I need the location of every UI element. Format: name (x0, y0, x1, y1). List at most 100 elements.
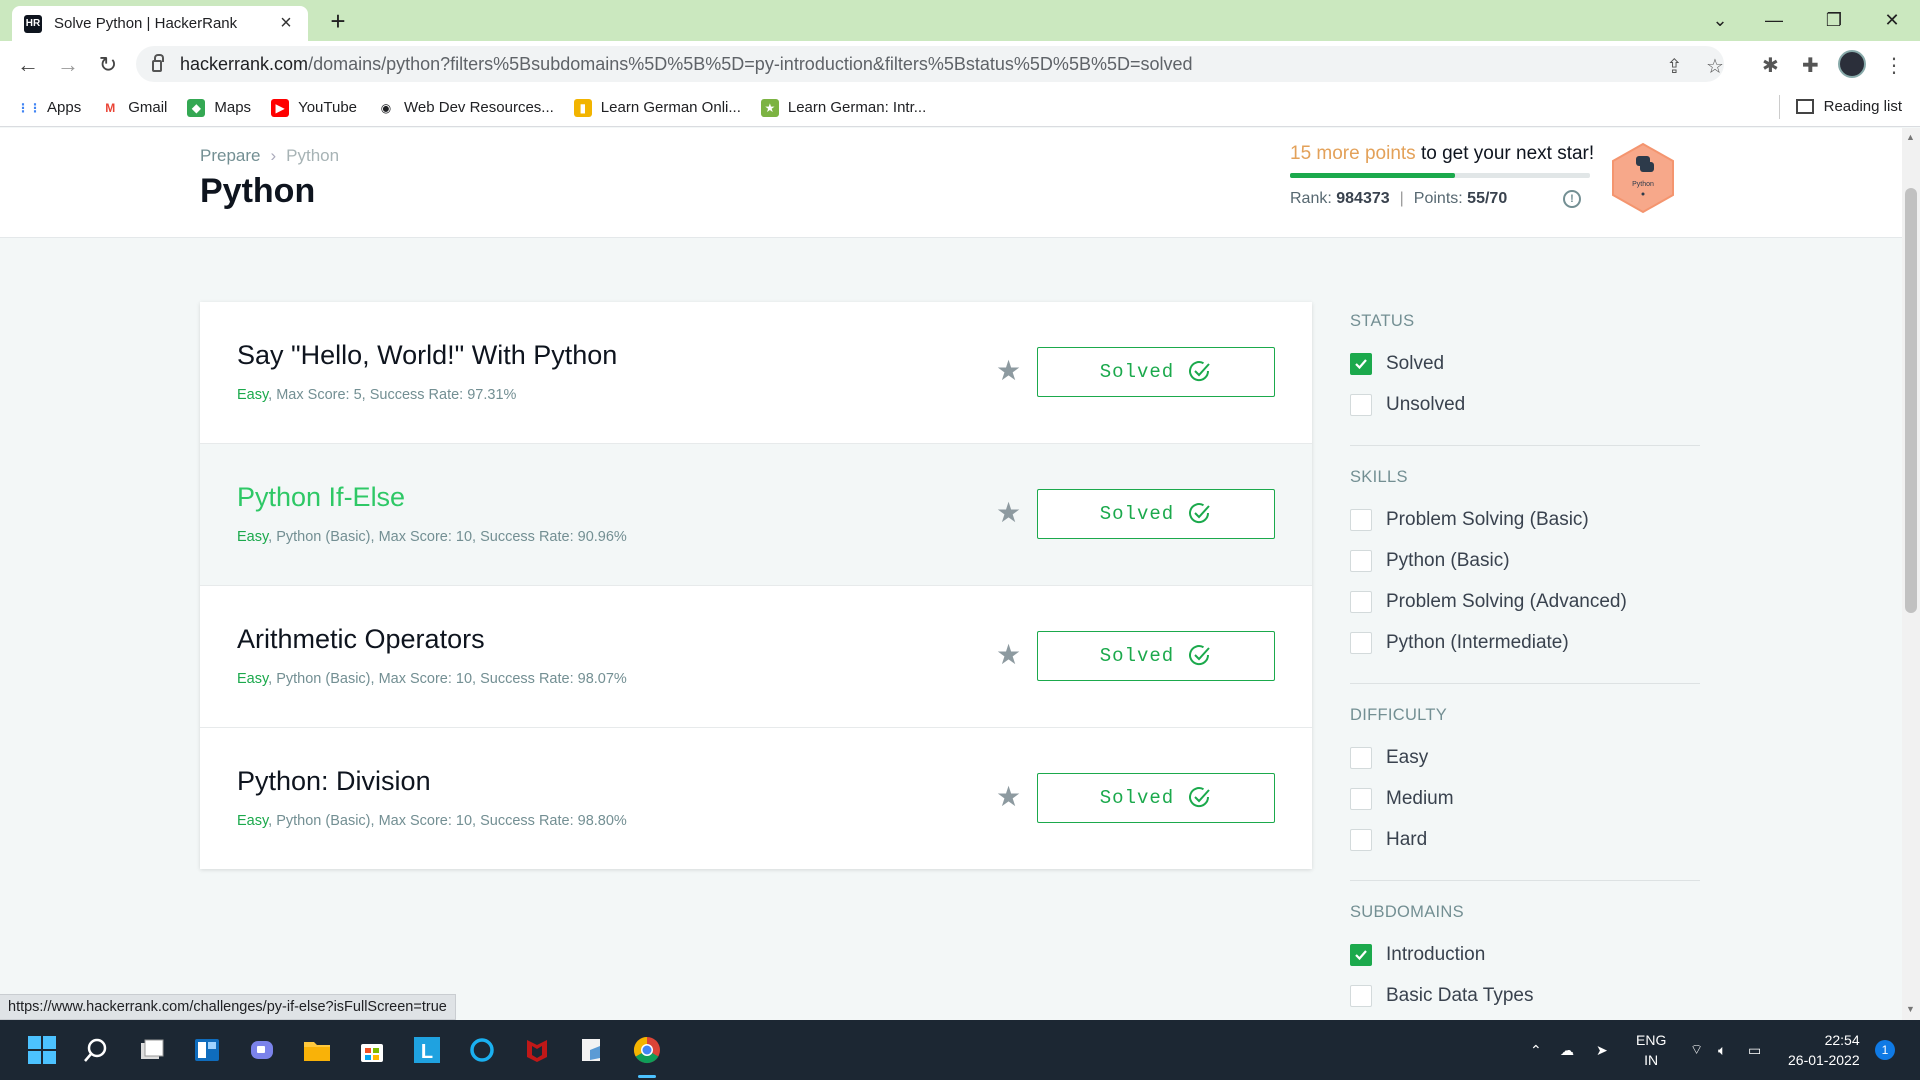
close-tab-icon[interactable]: × (276, 12, 296, 35)
info-icon[interactable]: ! (1563, 190, 1581, 208)
bookmark-star-icon[interactable]: ★ (996, 496, 1021, 529)
l-app-icon[interactable]: L (409, 1032, 445, 1068)
profile-avatar[interactable] (1838, 50, 1866, 78)
python-badge-icon[interactable]: Python (1610, 142, 1676, 214)
solved-button[interactable]: Solved (1037, 773, 1275, 823)
volume-icon[interactable]: 🔈︎ (1718, 1020, 1726, 1080)
address-bar[interactable]: hackerrank.com/domains/python?filters%5B… (136, 46, 1724, 82)
checkbox[interactable] (1350, 787, 1372, 810)
filter-problem-solving-basic[interactable]: Problem Solving (Basic) (1350, 499, 1700, 540)
language-indicator[interactable]: ENG IN (1636, 1030, 1666, 1070)
forward-button[interactable]: → (54, 51, 82, 79)
filter-hard[interactable]: Hard (1350, 819, 1700, 860)
checkbox[interactable] (1350, 984, 1372, 1007)
checkbox[interactable] (1350, 746, 1372, 769)
solved-button[interactable]: Solved (1037, 489, 1275, 539)
location-arrow-icon[interactable]: ➤ (1596, 1020, 1608, 1080)
notification-count-badge[interactable]: 1 (1875, 1040, 1895, 1060)
checkbox[interactable] (1350, 943, 1372, 966)
share-icon[interactable]: ⇪ (1666, 54, 1683, 79)
bookmark-item[interactable]: M Gmail (101, 99, 167, 117)
bookmark-star-icon[interactable]: ★ (996, 354, 1021, 387)
browser-tab[interactable]: HR Solve Python | HackerRank × (12, 6, 308, 41)
challenge-row[interactable]: Arithmetic Operators Easy, Python (Basic)… (200, 586, 1312, 728)
bookmark-item[interactable]: ◉ Web Dev Resources... (377, 99, 554, 117)
breadcrumb-prepare-link[interactable]: Prepare (200, 146, 260, 165)
clock-time: 22:54 (1824, 1032, 1860, 1048)
filter-introduction[interactable]: Introduction (1350, 934, 1700, 975)
bookmark-item[interactable]: ⋮⋮ Apps (17, 99, 81, 117)
challenge-title-link[interactable]: Python: Division (237, 766, 431, 797)
filter-unsolved[interactable]: Unsolved (1350, 384, 1700, 425)
filter-label: Solved (1386, 352, 1445, 374)
challenge-title-link[interactable]: Say "Hello, World!" With Python (237, 340, 617, 371)
extensions-puzzle-icon[interactable]: ✚ (1802, 53, 1819, 78)
restore-button[interactable]: ❐ (1806, 0, 1862, 41)
filter-solved[interactable]: Solved (1350, 343, 1700, 384)
checkbox[interactable] (1350, 590, 1372, 613)
solved-button[interactable]: Solved (1037, 347, 1275, 397)
checkbox[interactable] (1350, 393, 1372, 416)
bookmark-star-icon[interactable]: ★ (996, 638, 1021, 671)
widgets-icon[interactable] (189, 1032, 225, 1068)
show-hidden-icons-icon[interactable]: ⌃ (1530, 1020, 1542, 1080)
lock-icon[interactable] (152, 54, 164, 72)
challenge-row[interactable]: Say "Hello, World!" With Python Easy, Max… (200, 302, 1312, 444)
filter-problem-solving-advanced[interactable]: Problem Solving (Advanced) (1350, 581, 1700, 622)
difficulty-label: Easy (237, 387, 269, 403)
close-window-button[interactable]: ✕ (1864, 0, 1920, 41)
checkbox[interactable] (1350, 508, 1372, 531)
file-explorer-icon[interactable] (299, 1032, 335, 1068)
bookmark-item[interactable]: ★ Learn German: Intr... (760, 98, 926, 117)
new-tab-button[interactable]: + (324, 6, 352, 37)
task-view-icon[interactable] (134, 1032, 170, 1068)
extension-bug-icon[interactable]: ✱ (1762, 53, 1779, 78)
tab-search-chevron-icon[interactable]: ⌄ (1692, 0, 1748, 41)
bookmarks-bar: ⋮⋮ Apps M Gmail ◆ Maps ▶ YouTube ◉ Web Dev Resour… (0, 89, 1920, 127)
filter-easy[interactable]: Easy (1350, 737, 1700, 778)
solved-button[interactable]: Solved (1037, 631, 1275, 681)
sticky-file-icon[interactable] (574, 1032, 610, 1068)
search-icon[interactable] (78, 1032, 114, 1068)
filter-label: Python (Intermediate) (1386, 631, 1569, 653)
filter-basic-data-types[interactable]: Basic Data Types (1350, 975, 1700, 1016)
minimize-button[interactable]: — (1746, 0, 1802, 41)
checkbox[interactable] (1350, 549, 1372, 572)
page-scrollbar[interactable]: ▲ ▼ (1902, 128, 1920, 1020)
bookmark-item[interactable]: ◆ Maps (187, 98, 251, 117)
challenge-list: Say "Hello, World!" With Python Easy, Max… (200, 302, 1312, 869)
back-button[interactable]: ← (14, 51, 42, 79)
challenge-title-link[interactable]: Python If-Else (237, 482, 405, 513)
filter-python-intermediate[interactable]: Python (Intermediate) (1350, 622, 1700, 663)
menu-kebab-icon[interactable]: ⋮ (1884, 53, 1904, 78)
checkbox[interactable] (1350, 631, 1372, 654)
microsoft-store-icon[interactable] (354, 1032, 390, 1068)
system-clock[interactable]: 22:54 26-01-2022 (1788, 1030, 1860, 1070)
battery-icon[interactable]: ▭ (1748, 1020, 1761, 1080)
bookmark-item[interactable]: ▮ Learn German Onli... (573, 98, 741, 117)
filter-section-status: STATUS Solved Unsolved (1350, 312, 1700, 446)
challenge-row[interactable]: Python If-Else Easy, Python (Basic), Max … (200, 444, 1312, 586)
bookmark-star-icon[interactable]: ★ (996, 780, 1021, 813)
teams-chat-icon[interactable] (244, 1032, 280, 1068)
scroll-up-icon[interactable]: ▲ (1906, 132, 1915, 142)
bookmark-item[interactable]: ▶ YouTube (271, 98, 357, 117)
onedrive-cloud-icon[interactable]: ☁ (1560, 1020, 1574, 1080)
cortana-icon[interactable] (464, 1032, 500, 1068)
filter-python-basic[interactable]: Python (Basic) (1350, 540, 1700, 581)
scroll-down-icon[interactable]: ▼ (1906, 1004, 1915, 1014)
chrome-icon[interactable] (629, 1032, 665, 1068)
wifi-icon[interactable]: ⌔ (1690, 1020, 1703, 1080)
checkbox[interactable] (1350, 352, 1372, 375)
scroll-thumb[interactable] (1905, 188, 1917, 613)
windows-start-icon[interactable] (24, 1032, 60, 1068)
reading-list-button[interactable]: Reading list (1795, 98, 1902, 115)
checkbox[interactable] (1350, 828, 1372, 851)
check-circle-icon (1189, 503, 1210, 524)
reload-button[interactable]: ↻ (94, 51, 122, 79)
filter-medium[interactable]: Medium (1350, 778, 1700, 819)
challenge-row[interactable]: Python: Division Easy, Python (Basic), Ma… (200, 728, 1312, 869)
challenge-title-link[interactable]: Arithmetic Operators (237, 624, 485, 655)
mcafee-icon[interactable] (519, 1032, 555, 1068)
bookmark-star-icon[interactable]: ☆ (1706, 54, 1724, 79)
